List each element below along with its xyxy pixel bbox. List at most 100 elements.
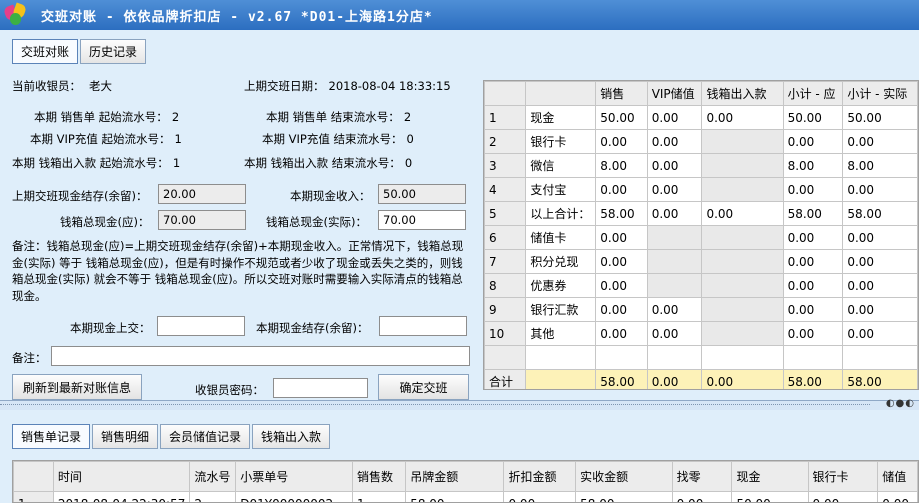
records-col-header[interactable]: 小票单号 xyxy=(235,461,353,492)
summary-cell[interactable]: 0.00 xyxy=(595,297,648,322)
summary-cell[interactable]: 0.00 xyxy=(595,129,648,154)
summary-cell[interactable] xyxy=(701,225,784,250)
summary-cell[interactable]: 0.00 xyxy=(782,249,844,274)
summary-row[interactable]: 2 银行卡 0.00 0.00 0.00 0.00 xyxy=(484,129,918,154)
confirm-shift-button[interactable]: 确定交班 xyxy=(378,374,469,400)
summary-cell[interactable]: 0.00 xyxy=(842,249,918,274)
summary-cell[interactable]: 0.00 xyxy=(842,273,918,298)
summary-cell[interactable] xyxy=(701,177,784,202)
summary-cell[interactable]: 8.00 xyxy=(595,153,648,178)
summary-row[interactable]: 7 积分兑现 0.00 0.00 0.00 xyxy=(484,249,918,274)
refresh-button[interactable]: 刷新到最新对账信息 xyxy=(12,374,142,400)
tab-sales-details[interactable]: 销售明细 xyxy=(92,424,159,449)
summary-cell[interactable]: 0.00 xyxy=(646,321,703,346)
summary-cell[interactable]: 8.00 xyxy=(842,153,918,178)
records-col-header[interactable]: 折扣金额 xyxy=(503,461,577,492)
summary-cell[interactable]: 0.00 xyxy=(646,201,703,226)
summary-cell[interactable] xyxy=(646,249,703,274)
password-input[interactable] xyxy=(273,378,368,398)
summary-cell[interactable]: 0.00 xyxy=(646,177,703,202)
summary-cell[interactable] xyxy=(701,345,784,370)
summary-cell[interactable] xyxy=(701,129,784,154)
panel-splitter[interactable]: ◐●◐ xyxy=(0,398,919,410)
summary-cell[interactable] xyxy=(701,297,784,322)
summary-cell[interactable] xyxy=(701,321,784,346)
summary-cell[interactable] xyxy=(646,225,703,250)
records-col-header[interactable]: 现金 xyxy=(731,461,809,492)
summary-cell[interactable]: 0.00 xyxy=(842,225,918,250)
summary-cell[interactable]: 0.00 xyxy=(842,321,918,346)
handover-input[interactable] xyxy=(157,316,245,336)
summary-cell[interactable]: 0.00 xyxy=(782,273,844,298)
summary-cell[interactable]: 0.00 xyxy=(595,321,648,346)
summary-row[interactable]: 5 以上合计： 58.00 0.00 0.00 58.00 58.00 xyxy=(484,201,918,226)
remain-input[interactable] xyxy=(379,316,467,336)
records-col-header[interactable]: 储值 xyxy=(877,461,918,492)
summary-cell[interactable]: 0.00 xyxy=(782,129,844,154)
summary-cell[interactable]: 0.00 xyxy=(842,129,918,154)
summary-cell[interactable]: 0.00 xyxy=(595,249,648,274)
tab-member-deposits[interactable]: 会员储值记录 xyxy=(160,424,251,449)
summary-row[interactable]: 3 微信 8.00 0.00 8.00 8.00 xyxy=(484,153,918,178)
summary-cell[interactable]: 58.00 xyxy=(782,201,844,226)
summary-cell[interactable] xyxy=(646,273,703,298)
summary-cell[interactable]: 0.00 xyxy=(701,105,784,130)
summary-cell[interactable] xyxy=(646,345,703,370)
summary-col-header[interactable]: VIP储值 xyxy=(646,81,703,106)
records-col-header[interactable]: 时间 xyxy=(52,461,191,492)
summary-cell[interactable]: 0.00 xyxy=(595,273,648,298)
records-col-header[interactable]: 销售数 xyxy=(351,461,407,492)
summary-cell[interactable] xyxy=(701,153,784,178)
records-col-header[interactable]: 流水号 xyxy=(189,461,237,492)
summary-row[interactable]: 6 储值卡 0.00 0.00 0.00 xyxy=(484,225,918,250)
summary-cell[interactable]: 0.00 xyxy=(842,177,918,202)
summary-col-header[interactable]: 小计 - 实际 xyxy=(842,81,918,106)
box-actual-input[interactable]: 70.00 xyxy=(378,210,466,230)
summary-row[interactable]: 9 银行汇款 0.00 0.00 0.00 0.00 xyxy=(484,297,918,322)
tab-shift-reconcile[interactable]: 交班对账 xyxy=(12,39,79,64)
summary-cell[interactable]: 0.00 xyxy=(646,129,703,154)
records-col-header[interactable]: 实收金额 xyxy=(575,461,673,492)
summary-cell[interactable]: 0.00 xyxy=(782,225,844,250)
summary-cell[interactable]: 0.00 xyxy=(782,177,844,202)
summary-cell[interactable]: 58.00 xyxy=(595,201,648,226)
box-due-label: 钱箱总现金(应)： xyxy=(60,215,150,229)
summary-cell[interactable]: 0.00 xyxy=(842,297,918,322)
summary-cell[interactable]: 0.00 xyxy=(646,105,703,130)
summary-row[interactable]: 10 其他 0.00 0.00 0.00 0.00 xyxy=(484,321,918,346)
table-row[interactable]: 12018-08-04 22:30:572D01Y00000002158.000… xyxy=(13,491,918,502)
tab-cashbox-io[interactable]: 钱箱出入款 xyxy=(252,424,331,449)
summary-row[interactable] xyxy=(484,345,918,370)
records-col-header[interactable]: 银行卡 xyxy=(807,461,879,492)
summary-cell[interactable]: 0.00 xyxy=(782,321,844,346)
tab-history[interactable]: 历史记录 xyxy=(80,39,147,64)
summary-cell[interactable]: 50.00 xyxy=(782,105,844,130)
summary-cell[interactable]: 0.00 xyxy=(782,297,844,322)
summary-row[interactable]: 1 现金 50.00 0.00 0.00 50.00 50.00 xyxy=(484,105,918,130)
summary-cell[interactable]: 0.00 xyxy=(646,153,703,178)
summary-cell[interactable] xyxy=(701,249,784,274)
summary-row[interactable]: 4 支付宝 0.00 0.00 0.00 0.00 xyxy=(484,177,918,202)
summary-row[interactable]: 8 优惠券 0.00 0.00 0.00 xyxy=(484,273,918,298)
records-col-header[interactable]: 吊牌金额 xyxy=(405,461,505,492)
summary-cell[interactable] xyxy=(842,345,918,370)
splitter-collapse-icon[interactable]: ◐●◐ xyxy=(886,398,915,409)
summary-cell[interactable]: 0.00 xyxy=(701,201,784,226)
tab-sales-records[interactable]: 销售单记录 xyxy=(12,424,91,449)
summary-cell[interactable]: 0.00 xyxy=(646,297,703,322)
summary-cell[interactable] xyxy=(782,345,844,370)
summary-cell[interactable]: 8.00 xyxy=(782,153,844,178)
remark-input[interactable] xyxy=(51,346,470,366)
summary-cell[interactable] xyxy=(701,273,784,298)
summary-col-header[interactable]: 钱箱出入款 xyxy=(701,81,784,106)
summary-cell[interactable]: 0.00 xyxy=(595,177,648,202)
summary-cell[interactable]: 58.00 xyxy=(842,201,918,226)
sales-end-label: 本期 销售单 结束流水号： 2 xyxy=(266,110,412,124)
summary-cell[interactable]: 50.00 xyxy=(842,105,918,130)
summary-cell[interactable]: 0.00 xyxy=(595,225,648,250)
summary-col-header[interactable]: 小计 - 应 xyxy=(782,81,844,106)
summary-cell[interactable] xyxy=(595,345,648,370)
summary-col-header[interactable]: 销售 xyxy=(595,81,648,106)
summary-cell[interactable]: 50.00 xyxy=(595,105,648,130)
records-col-header[interactable]: 找零 xyxy=(671,461,733,492)
